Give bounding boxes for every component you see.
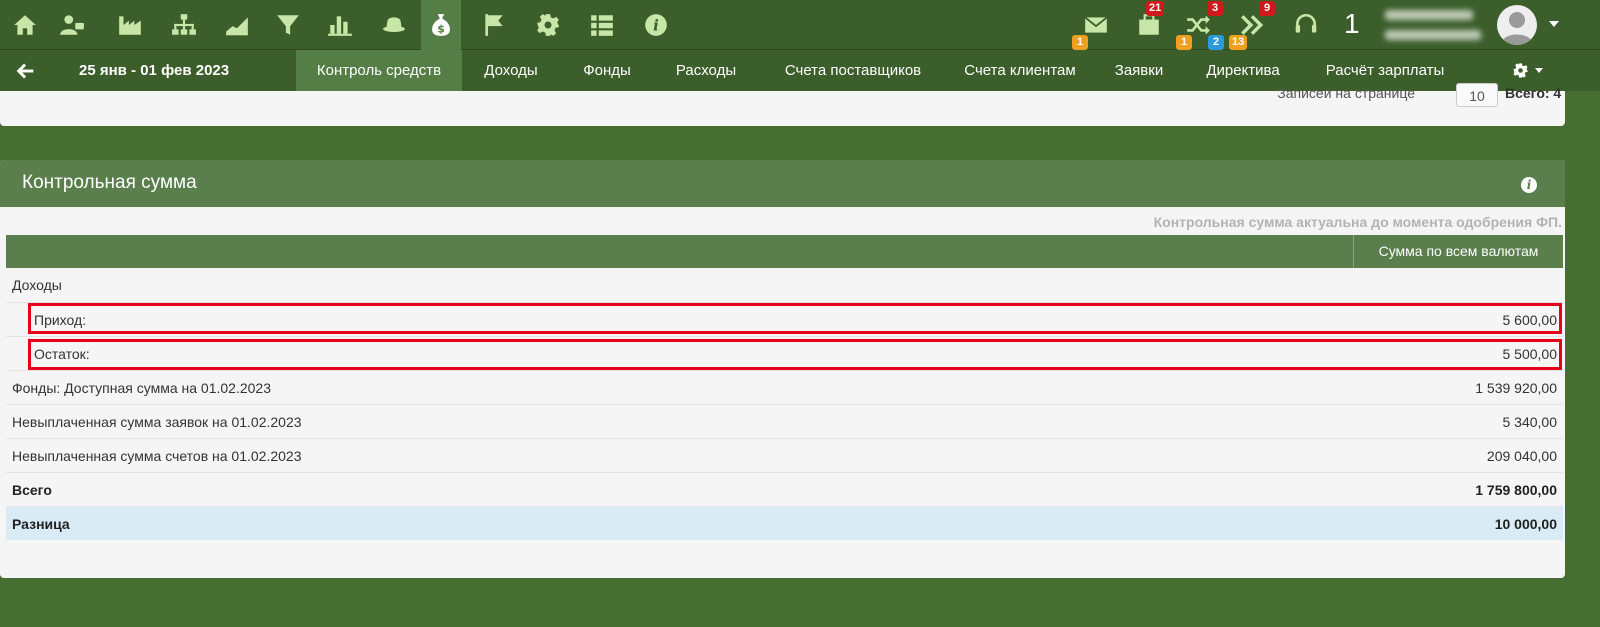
table-row-funds-available: Фонды: Доступная сумма на 01.02.2023 1 5… — [6, 370, 1563, 404]
row-value: 5 600,00 — [1502, 312, 1558, 328]
previous-panel: Записей на странице 10 Всего: 4 — [0, 83, 1565, 126]
mail-badge: 1 — [1072, 35, 1088, 50]
blurred-user-role — [1385, 30, 1481, 40]
panel-header: Контрольная сумма i — [0, 160, 1565, 207]
user-count: 1 — [1344, 8, 1360, 39]
flag-icon[interactable] — [474, 0, 514, 50]
tab-control-funds[interactable]: Контроль средств — [296, 50, 462, 91]
total-records: Всего: 4 — [1505, 85, 1562, 101]
avatar[interactable] — [1497, 5, 1537, 45]
money-bag-icon[interactable]: $ — [421, 0, 461, 50]
table-row-inflow: Приход: 5 600,00 — [6, 302, 1563, 336]
org-tree-icon[interactable] — [164, 0, 204, 50]
gear-icon — [1512, 63, 1528, 78]
table-row-unpaid-requests: Невыплаченная сумма заявок на 01.02.2023… — [6, 404, 1563, 438]
info-circle-icon[interactable]: i — [636, 0, 676, 50]
row-label: Остаток: — [34, 346, 90, 362]
tab-client-invoices[interactable]: Счета клиентам — [950, 50, 1090, 91]
headset-icon[interactable] — [1289, 8, 1323, 42]
tab-income[interactable]: Доходы — [472, 50, 550, 91]
funnel-icon[interactable] — [268, 0, 308, 50]
svg-text:$: $ — [437, 23, 445, 36]
info-icon[interactable]: i — [1521, 177, 1537, 193]
row-label: Всего — [12, 482, 52, 498]
table-row-total: Всего 1 759 800,00 — [6, 472, 1563, 506]
row-value: 10 000,00 — [1494, 516, 1557, 532]
row-label: Приход: — [34, 312, 87, 328]
list-icon[interactable] — [582, 0, 622, 50]
shuffle-badge: 3 — [1207, 1, 1223, 16]
table-row-unpaid-invoices: Невыплаченная сумма счетов на 01.02.2023… — [6, 438, 1563, 472]
blurred-user-name — [1385, 10, 1473, 20]
user-tie-icon[interactable] — [52, 0, 92, 50]
tab-requests[interactable]: Заявки — [1104, 50, 1174, 91]
home-icon[interactable] — [5, 0, 45, 50]
row-value: 5 340,00 — [1502, 414, 1558, 430]
control-sum-note: Контрольная сумма актуальна до момента о… — [1153, 214, 1562, 230]
row-label: Разница — [12, 516, 70, 532]
chevron-down-icon[interactable] — [1549, 21, 1559, 27]
tab-supplier-invoices[interactable]: Счета поставщиков — [770, 50, 936, 91]
row-value: 1 759 800,00 — [1475, 482, 1557, 498]
row-label: Фонды: Доступная сумма на 01.02.2023 — [12, 380, 271, 396]
bar-chart-icon[interactable] — [320, 0, 360, 50]
row-value: 1 539 920,00 — [1475, 380, 1557, 396]
row-value: 5 500,00 — [1502, 346, 1558, 362]
row-label: Доходы — [12, 277, 62, 293]
tab-directive[interactable]: Директива — [1196, 50, 1290, 91]
table-row-balance: Остаток: 5 500,00 — [6, 336, 1563, 370]
area-chart-icon[interactable] — [217, 0, 257, 50]
top-icon-bar: $ i 1 21 3 1 2 9 13 1 — [0, 0, 1600, 50]
panel-title: Контрольная сумма — [22, 172, 197, 193]
back-arrow-icon[interactable] — [12, 58, 40, 84]
shuffle-badge-orange: 1 — [1176, 35, 1192, 50]
gear-icon[interactable] — [528, 0, 568, 50]
row-label: Невыплаченная сумма заявок на 01.02.2023 — [12, 414, 302, 430]
chevron-down-icon — [1534, 68, 1543, 73]
forward-badge-orange: 13 — [1229, 35, 1248, 50]
hat-icon[interactable] — [374, 0, 414, 50]
control-sum-panel: Контрольная сумма i Контрольная сумма ак… — [0, 160, 1565, 578]
control-sum-table: Сумма по всем валютам Доходы Приход: 5 6… — [6, 235, 1563, 540]
per-page-select[interactable]: 10 — [1456, 83, 1498, 107]
table-body: Доходы Приход: 5 600,00 Остаток: 5 500,0… — [6, 268, 1563, 540]
row-value: 209 040,00 — [1486, 448, 1557, 464]
shuffle-badge-blue: 2 — [1208, 35, 1224, 50]
date-range[interactable]: 25 янв - 01 фев 2023 — [79, 62, 229, 79]
forward-badge: 9 — [1259, 1, 1275, 16]
table-row-income-group: Доходы — [6, 268, 1563, 302]
per-page-label: Записей на странице — [1277, 85, 1415, 101]
table-header: Сумма по всем валютам — [6, 235, 1563, 268]
tab-expenses[interactable]: Расходы — [664, 50, 748, 91]
tab-funds[interactable]: Фонды — [572, 50, 642, 91]
factory-icon[interactable] — [110, 0, 150, 50]
row-label: Невыплаченная сумма счетов на 01.02.2023 — [12, 448, 302, 464]
table-row-difference: Разница 10 000,00 — [6, 506, 1563, 540]
column-header-sum: Сумма по всем валютам — [1353, 235, 1563, 268]
svg-text:i: i — [653, 16, 659, 34]
tasks-badge: 21 — [1146, 1, 1165, 16]
